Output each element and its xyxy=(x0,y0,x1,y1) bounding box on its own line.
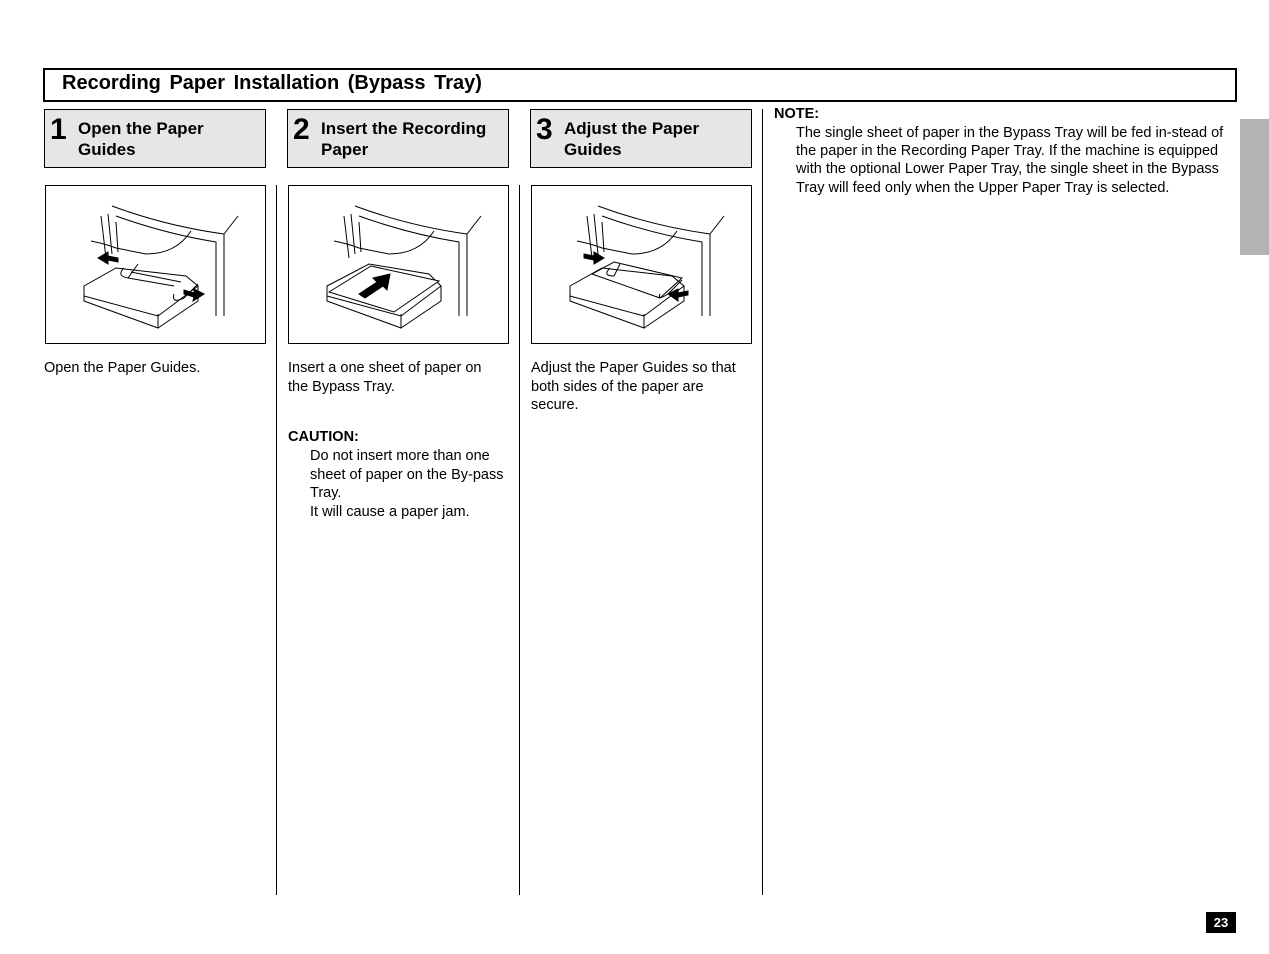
step-1-header: 1 Open the Paper Guides xyxy=(44,109,266,168)
printer-bypass-tray-guides-adjust-icon xyxy=(569,205,725,329)
column-divider xyxy=(276,185,277,895)
page-title: Recording Paper Installation (Bypass Tra… xyxy=(62,72,482,94)
step-title: Insert the Recording Paper xyxy=(321,119,487,159)
step-3-illustration xyxy=(531,185,752,344)
step-number: 1 xyxy=(50,113,67,146)
step-2-header: 2 Insert the Recording Paper xyxy=(287,109,509,168)
step-3-description: Adjust the Paper Guides so that both sid… xyxy=(531,360,736,413)
step-number: 3 xyxy=(536,113,553,146)
column-divider xyxy=(519,185,520,895)
printer-bypass-tray-insert-paper-icon xyxy=(326,205,482,329)
caution-text: Do not insert more than one sheet of pap… xyxy=(310,447,510,521)
section-title-box: Recording Paper Installation (Bypass Tra… xyxy=(43,68,1237,102)
caution-label: CAUTION: xyxy=(288,429,359,445)
note-label: NOTE: xyxy=(774,106,820,122)
printer-bypass-tray-guides-open-icon xyxy=(83,205,239,329)
step-number: 2 xyxy=(293,113,310,146)
step-title: Adjust the Paper Guides xyxy=(564,119,700,159)
column-divider xyxy=(762,109,763,895)
caution-line: It will cause a paper jam. xyxy=(310,503,470,520)
chapter-thumb-tab xyxy=(1240,119,1269,255)
caution-line: Do not insert more than one sheet of pap… xyxy=(310,448,504,501)
step-3-header: 3 Adjust the Paper Guides xyxy=(530,109,752,168)
step-1-description: Open the Paper Guides. xyxy=(44,360,201,376)
step-2-description: Insert a one sheet of paper on the Bypas… xyxy=(288,360,482,395)
step-1-illustration xyxy=(45,185,266,344)
step-2-illustration xyxy=(288,185,509,344)
step-title: Open the Paper Guides xyxy=(78,119,204,159)
page-number: 23 xyxy=(1206,912,1236,933)
note-text: The single sheet of paper in the Bypass … xyxy=(796,125,1224,196)
